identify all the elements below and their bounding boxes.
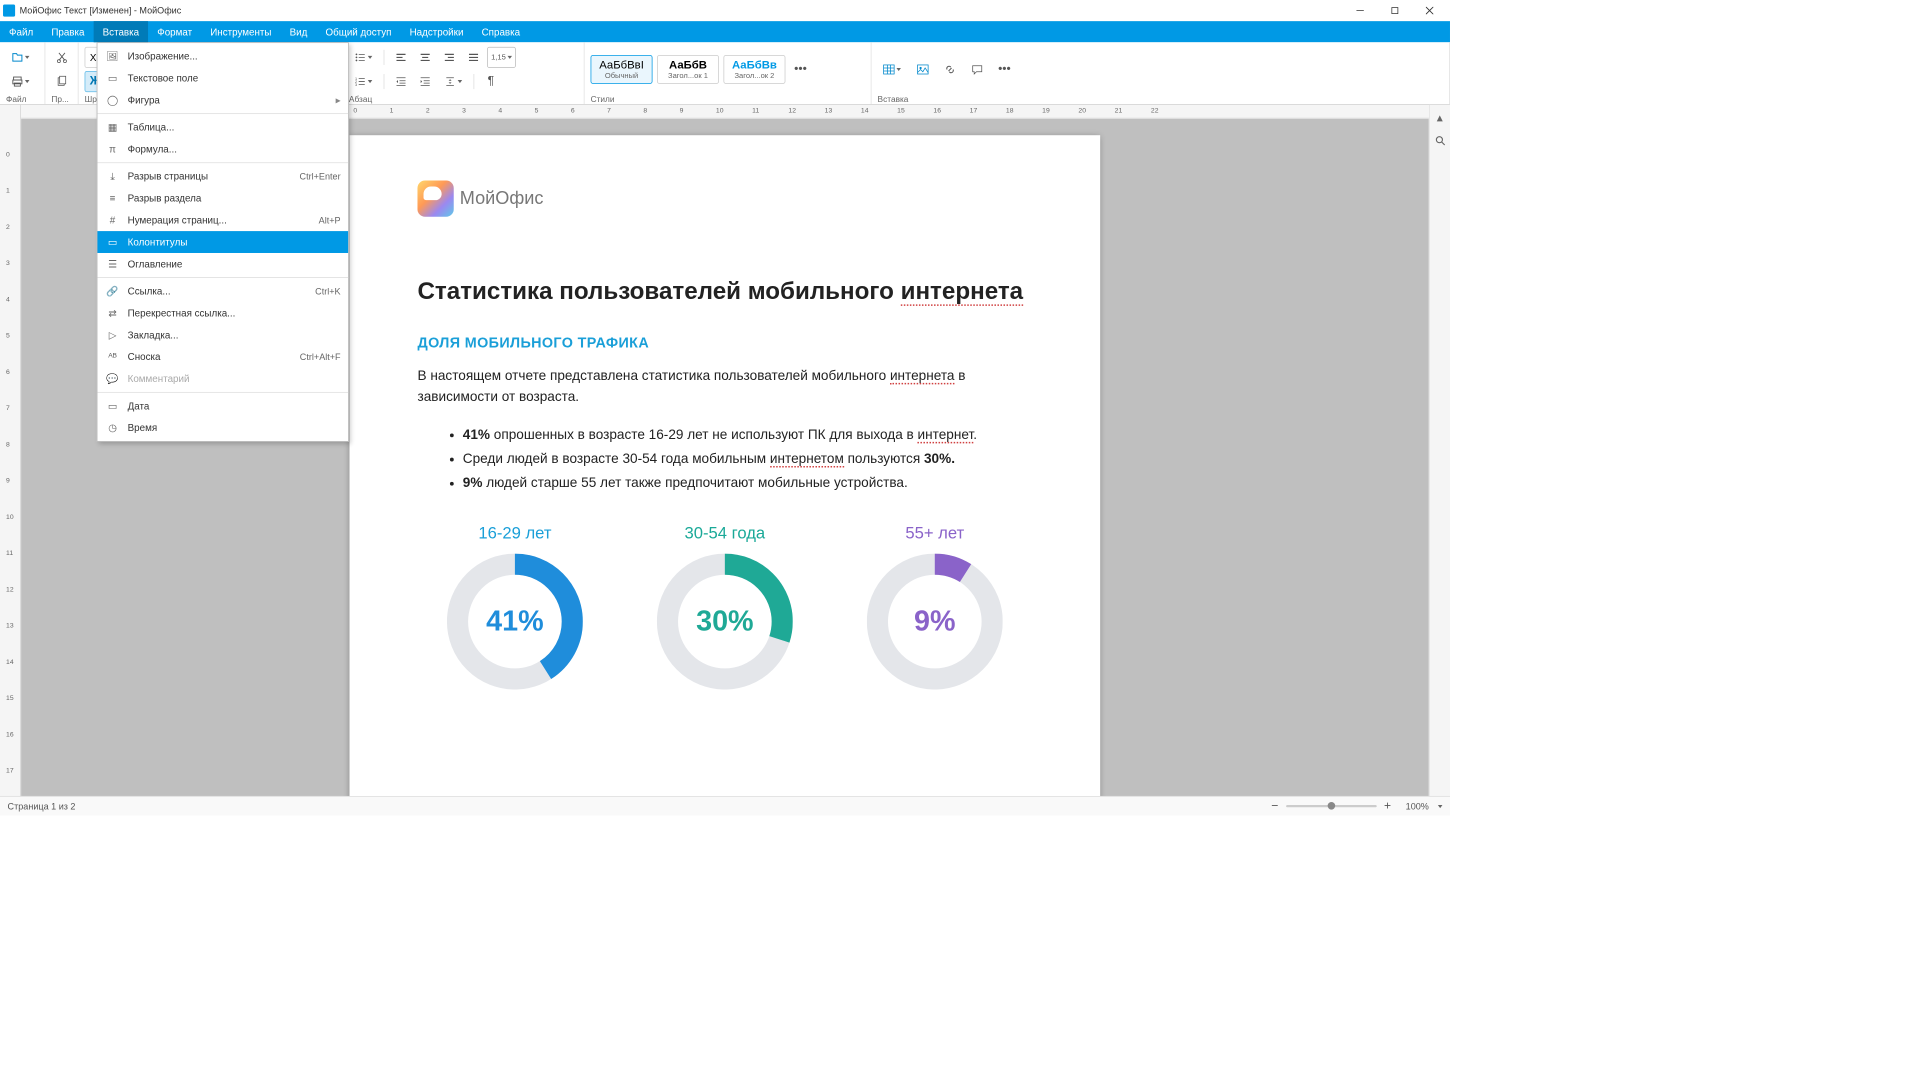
statusbar: Страница 1 из 2 − + 100% [0,796,1450,816]
menu-item-таблица[interactable]: ▦Таблица... [97,116,348,138]
scroll-up-button[interactable]: ▴ [1431,110,1448,127]
menu-файл[interactable]: Файл [0,21,42,42]
close-button[interactable] [1412,0,1447,21]
zoom-out-button[interactable]: − [1271,799,1278,813]
more-insert-button[interactable]: ••• [994,59,1015,80]
style-загол...ок 2[interactable]: АаБбВвЗагол...ок 2 [723,55,785,84]
minimize-button[interactable] [1343,0,1378,21]
list-item: 9% людей старше 55 лет также предпочитаю… [463,472,1032,493]
right-panel: ▴ [1429,105,1450,796]
titlebar: МойОфис Текст [Изменен] - МойОфис [0,0,1450,21]
align-right-button[interactable] [439,47,460,68]
chart-55+-лет: 55+ лет9% [867,524,1003,690]
menu-вид[interactable]: Вид [281,21,317,42]
menu-item-нумерация-страниц[interactable]: #Нумерация страниц...Alt+P [97,209,348,231]
menu-item-разрыв-страницы[interactable]: ⤓Разрыв страницыCtrl+Enter [97,165,348,187]
chart-16-29-лет: 16-29 лет41% [447,524,583,690]
menu-item-комментарий: 💬Комментарий [97,368,348,390]
menubar: ФайлПравкаВставкаФорматИнструментыВидОбщ… [0,21,1450,42]
zoom-dropdown-icon[interactable] [1438,805,1443,808]
menu-item-ссылка[interactable]: 🔗Ссылка...Ctrl+K [97,280,348,302]
logo-text: МойОфис [460,188,544,209]
open-button[interactable] [6,47,35,68]
menu-правка[interactable]: Правка [42,21,93,42]
zoom-value: 100% [1399,801,1429,812]
logo-icon [418,180,454,216]
align-justify-button[interactable] [463,47,484,68]
document-page[interactable]: МойОфис Статистика пользователей мобильн… [350,135,1101,796]
menu-инструменты[interactable]: Инструменты [201,21,280,42]
charts-row: 16-29 лет41% 30-54 года30% 55+ лет9% [418,524,1033,690]
menu-item-текстовое-поле[interactable]: ▭Текстовое поле [97,67,348,89]
heading-1: Статистика пользователей мобильного инте… [418,277,1033,305]
menu-item-закладка[interactable]: ▷Закладка... [97,324,348,346]
menu-item-фигура[interactable]: ◯Фигура▸ [97,89,348,111]
vertical-ruler[interactable]: 0123456789101112131415161718 [0,105,21,796]
style-загол...ок 1[interactable]: АаБбВЗагол...ок 1 [657,55,719,84]
align-left-button[interactable] [390,47,411,68]
copy-button[interactable] [51,71,71,92]
insert-menu-dropdown: 🖼Изображение...▭Текстовое поле◯Фигура▸ ▦Т… [97,42,349,442]
group-edit-label: Пр... [51,94,71,105]
menu-формат[interactable]: Формат [148,21,201,42]
group-styles-label: Стили [591,94,865,105]
chart-30-54-года: 30-54 года30% [657,524,793,690]
menu-item-формула[interactable]: πФормула... [97,138,348,160]
svg-text:3: 3 [355,83,357,87]
group-para-label: Абзац [349,94,578,105]
nonprinting-button[interactable]: ¶ [480,71,501,92]
heading-2: ДОЛЯ МОБИЛЬНОГО ТРАФИКА [418,335,1033,352]
zoom-slider[interactable] [1286,805,1377,807]
insert-link-button[interactable] [939,59,960,80]
zoom-in-button[interactable]: + [1384,799,1391,813]
search-icon[interactable] [1431,132,1448,149]
app-icon [3,5,15,17]
indent-decrease-button[interactable] [390,71,411,92]
insert-table-button[interactable] [878,59,907,80]
group-file-label: Файл [6,94,38,105]
menu-item-изображение[interactable]: 🖼Изображение... [97,45,348,67]
list-item: 41% опрошенных в возрасте 16-29 лет не и… [463,424,1032,445]
bullet-list: 41% опрошенных в возрасте 16-29 лет не и… [418,424,1033,493]
menu-вставка[interactable]: Вставка [94,21,149,42]
numbering-button[interactable]: 123 [349,71,378,92]
menu-надстройки[interactable]: Надстройки [401,21,473,42]
insert-image-button[interactable] [912,59,933,80]
list-item: Среди людей в возрасте 30-54 года мобиль… [463,448,1032,469]
line-spacing-button[interactable]: 1,15 [487,47,516,68]
menu-item-сноска[interactable]: ᴬᴮСноскаCtrl+Alt+F [97,346,348,368]
menu-общий доступ[interactable]: Общий доступ [316,21,400,42]
paragraph: В настоящем отчете представлена статисти… [418,366,1033,408]
menu-item-дата[interactable]: ▭Дата [97,395,348,417]
print-button[interactable] [6,71,35,92]
style-обычный[interactable]: АаБбВвІОбычный [591,55,653,84]
menu-item-разрыв-раздела[interactable]: ≡Разрыв раздела [97,187,348,209]
align-center-button[interactable] [415,47,436,68]
menu-item-перекрестная-ссылка[interactable]: ⇄Перекрестная ссылка... [97,302,348,324]
menu-справка[interactable]: Справка [473,21,530,42]
indent-increase-button[interactable] [415,71,436,92]
insert-comment-button[interactable] [967,59,988,80]
maximize-button[interactable] [1377,0,1412,21]
more-styles-button[interactable]: ••• [790,59,811,80]
bullets-button[interactable] [349,47,378,68]
window-title: МойОфис Текст [Изменен] - МойОфис [20,5,1343,16]
page-indicator: Страница 1 из 2 [8,801,76,812]
group-insert-label: Вставка [878,94,1444,105]
menu-item-колонтитулы[interactable]: ▭Колонтитулы [97,231,348,253]
spacing-button[interactable] [439,71,468,92]
menu-item-время[interactable]: ◷Время [97,417,348,439]
cut-button[interactable] [51,47,71,68]
menu-item-оглавление[interactable]: ☰Оглавление [97,253,348,275]
